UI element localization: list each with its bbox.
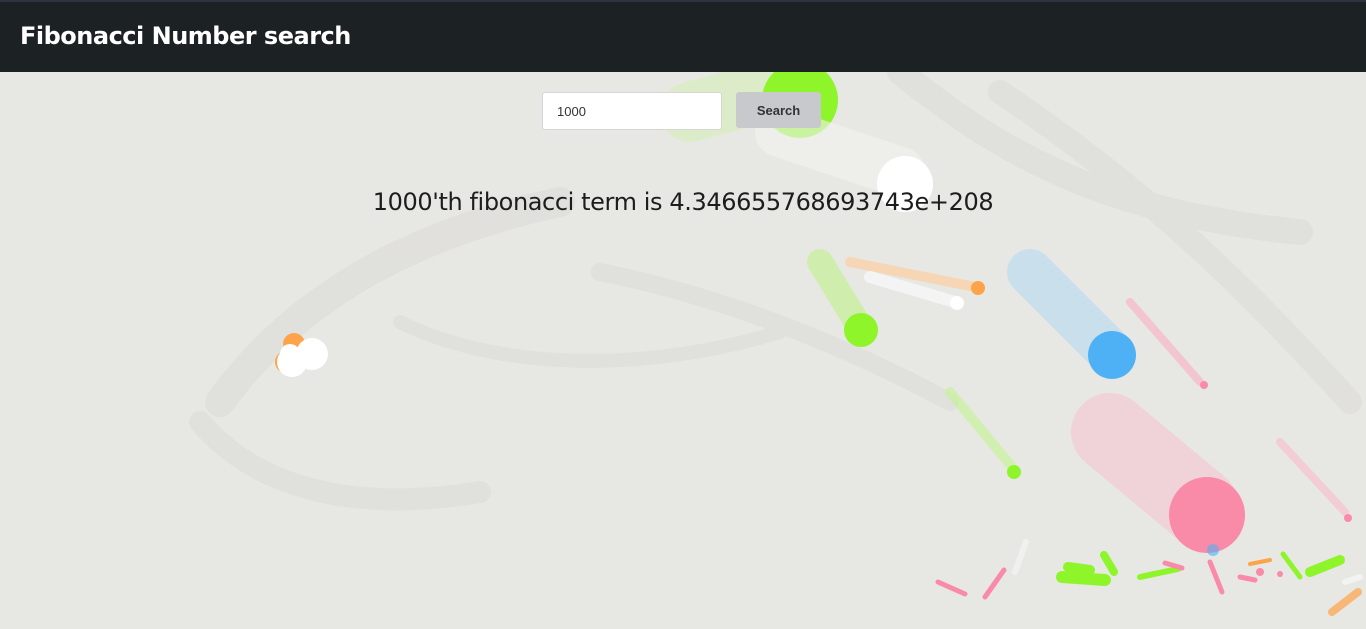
pink-thin-trail <box>1126 298 1208 389</box>
green-thin-trail <box>945 387 1021 479</box>
bottom-fireworks <box>935 539 1363 616</box>
search-button[interactable]: Search <box>736 92 821 128</box>
app-title: Fibonacci Number search <box>20 22 351 50</box>
fireworks-background <box>189 72 1363 616</box>
result-text: 1000'th fibonacci term is 4.346655768693… <box>372 188 994 216</box>
top-navbar: Fibonacci Number search <box>0 0 1366 72</box>
blue-comet <box>1007 249 1136 379</box>
pink-right-trail <box>1276 438 1352 522</box>
fibonacci-index-input[interactable] <box>542 92 722 130</box>
pink-comet-large <box>1071 393 1245 556</box>
main-area: Search 1000'th fibonacci term is 4.34665… <box>0 72 1366 629</box>
